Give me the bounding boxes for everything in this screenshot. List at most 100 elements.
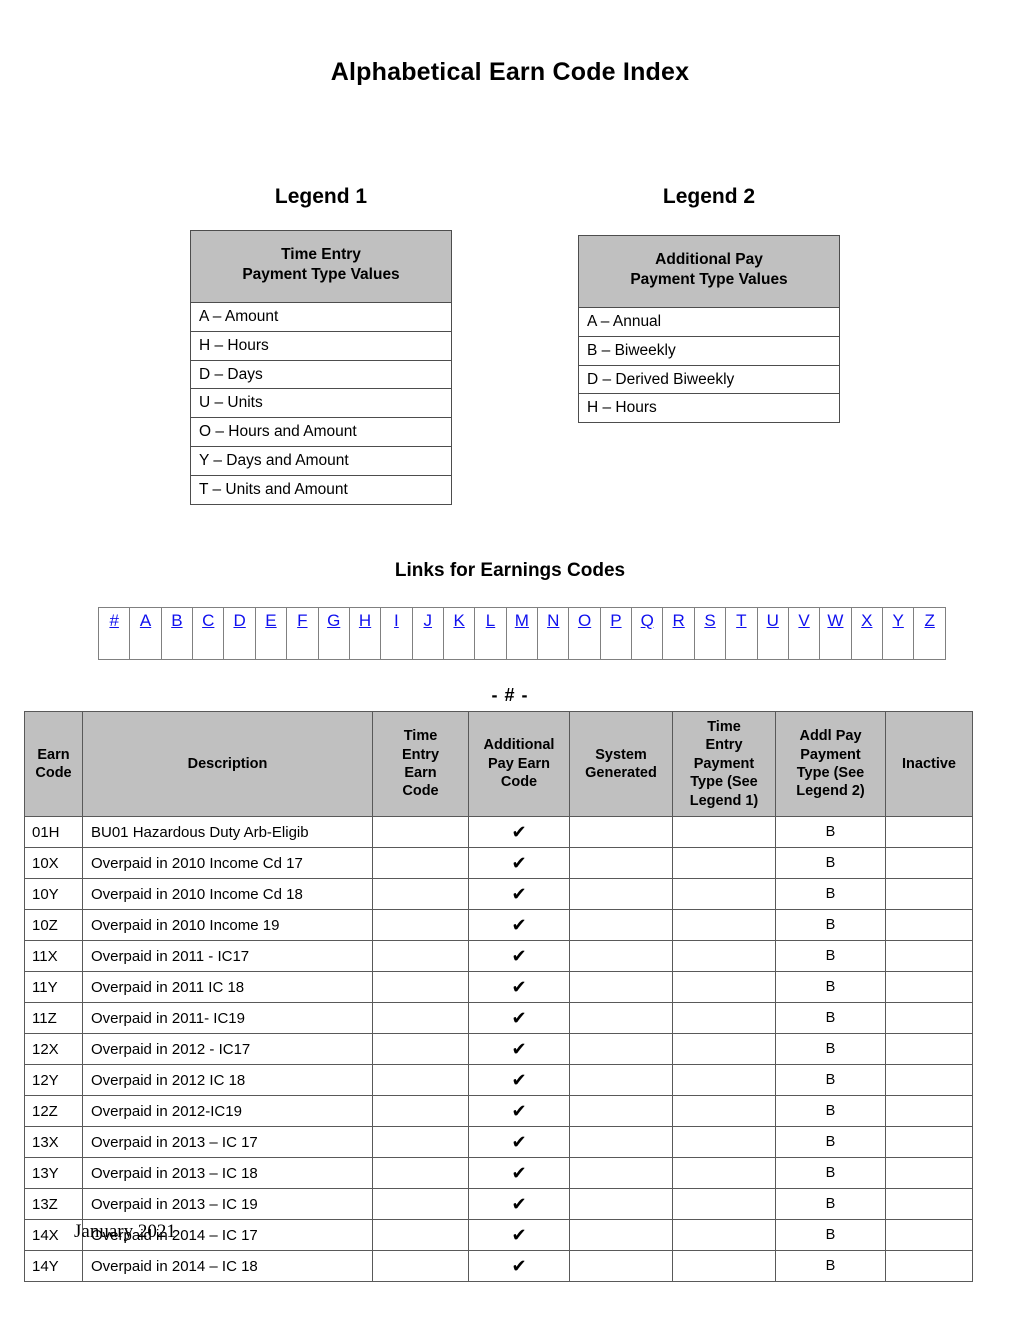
legend-2-row: B – Biweekly — [578, 335, 840, 366]
link-cell[interactable]: C — [192, 607, 225, 660]
link-cell[interactable]: M — [505, 607, 539, 660]
description-cell: Overpaid in 2012-IC19 — [82, 1095, 373, 1128]
system-generated-cell — [569, 878, 673, 911]
footer-date: January 2021 — [74, 1221, 176, 1242]
system-generated-cell — [569, 1002, 673, 1035]
legend-1-row: H – Hours — [190, 330, 452, 361]
link-cell[interactable]: # — [97, 607, 131, 660]
link-letter-t[interactable]: T — [736, 611, 746, 630]
link-cell[interactable]: F — [286, 607, 319, 660]
link-cell[interactable]: Q — [631, 607, 664, 660]
column-header-addl-pay-payment-type-see-legend-2: Addl Pay Payment Type (See Legend 2) — [775, 710, 886, 818]
earn-code-cell: 12Z — [24, 1095, 83, 1128]
column-header-line: Addl Pay — [799, 728, 862, 745]
inactive-cell — [885, 1002, 973, 1035]
link-letter-j[interactable]: J — [424, 611, 433, 630]
inactive-cell — [885, 971, 973, 1004]
link-letter-o[interactable]: O — [578, 611, 591, 630]
description-cell: Overpaid in 2012 - IC17 — [82, 1033, 373, 1066]
earn-code-cell: 13X — [24, 1126, 83, 1159]
link-letter-x[interactable]: X — [861, 611, 872, 630]
link-cell[interactable]: H — [348, 607, 382, 660]
link-cell[interactable]: L — [474, 607, 507, 660]
link-cell[interactable]: S — [693, 607, 727, 660]
addl-pay-payment-type-cell: B — [775, 816, 886, 849]
link-cell[interactable]: G — [317, 607, 350, 660]
system-generated-cell — [569, 1250, 673, 1283]
time-entry-earn-code-cell — [372, 1219, 469, 1252]
link-cell[interactable]: D — [223, 607, 256, 660]
inactive-cell — [885, 1095, 973, 1128]
link-letter-s[interactable]: S — [704, 611, 715, 630]
link-cell[interactable]: U — [756, 607, 789, 660]
link-letter-u[interactable]: U — [767, 611, 779, 630]
link-letter-p[interactable]: P — [610, 611, 621, 630]
link-cell[interactable]: J — [411, 607, 444, 660]
system-generated-cell — [569, 1219, 673, 1252]
link-letter-n[interactable]: N — [547, 611, 559, 630]
inactive-cell — [885, 940, 973, 973]
link-letter-z[interactable]: Z — [924, 611, 934, 630]
link-cell[interactable]: W — [819, 607, 852, 660]
legend-2-value: D – Derived Biweekly — [578, 364, 840, 395]
inactive-cell — [885, 878, 973, 911]
link-cell[interactable]: I — [380, 607, 413, 660]
link-letter-a[interactable]: A — [140, 611, 151, 630]
link-letter-h[interactable]: H — [359, 611, 371, 630]
legend-1-header-row: Time Entry Payment Type Values — [190, 230, 452, 303]
link-letter-e[interactable]: E — [265, 611, 276, 630]
link-letter-g[interactable]: G — [327, 611, 340, 630]
link-cell[interactable]: A — [129, 607, 162, 660]
link-cell[interactable]: P — [599, 607, 633, 660]
link-letter-d[interactable]: D — [233, 611, 245, 630]
link-cell[interactable]: E — [254, 607, 288, 660]
description-cell: Overpaid in 2014 – IC 18 — [82, 1250, 373, 1283]
legend-1-header-line2: Payment Type Values — [242, 266, 400, 284]
link-letter-i[interactable]: I — [394, 611, 399, 630]
time-entry-payment-type-cell — [672, 1095, 776, 1128]
time-entry-payment-type-cell — [672, 847, 776, 880]
link-letter-hash[interactable]: # — [109, 611, 118, 630]
link-letter-w[interactable]: W — [827, 611, 843, 630]
link-cell[interactable]: X — [850, 607, 883, 660]
description-cell: Overpaid in 2011- IC19 — [82, 1002, 373, 1035]
link-cell[interactable]: R — [662, 607, 695, 660]
legend-1-value: A – Amount — [190, 301, 452, 332]
system-generated-cell — [569, 940, 673, 973]
link-cell[interactable]: Z — [913, 607, 946, 660]
earn-code-cell: 11X — [24, 940, 83, 973]
link-cell[interactable]: V — [787, 607, 821, 660]
link-letter-k[interactable]: K — [453, 611, 464, 630]
link-letter-c[interactable]: C — [202, 611, 214, 630]
column-header-system-generated: System Generated — [569, 710, 673, 818]
addl-pay-payment-type-cell: B — [775, 1033, 886, 1066]
link-cell[interactable]: B — [160, 607, 194, 660]
link-letter-l[interactable]: L — [486, 611, 495, 630]
description-cell: Overpaid in 2013 – IC 18 — [82, 1157, 373, 1190]
table-row: 12Y Overpaid in 2012 IC 18 ✔ B — [24, 1064, 973, 1097]
link-cell[interactable]: O — [568, 607, 601, 660]
addl-pay-payment-type-cell: B — [775, 1250, 886, 1283]
earn-code-cell: 12X — [24, 1033, 83, 1066]
legend-2-heading: Legend 2 — [662, 185, 756, 208]
time-entry-earn-code-cell — [372, 847, 469, 880]
link-letter-r[interactable]: R — [673, 611, 685, 630]
link-cell[interactable]: N — [537, 607, 570, 660]
description-cell: Overpaid in 2010 Income Cd 17 — [82, 847, 373, 880]
link-cell[interactable]: K — [442, 607, 476, 660]
system-generated-cell — [569, 971, 673, 1004]
additional-pay-earn-code-cell: ✔ — [468, 816, 570, 849]
link-letter-v[interactable]: V — [798, 611, 809, 630]
link-letter-y[interactable]: Y — [892, 611, 903, 630]
link-letter-q[interactable]: Q — [641, 611, 654, 630]
link-letter-b[interactable]: B — [171, 611, 182, 630]
link-letter-m[interactable]: M — [515, 611, 529, 630]
link-cell[interactable]: T — [725, 607, 758, 660]
addl-pay-payment-type-cell: B — [775, 909, 886, 942]
links-heading: Links for Earnings Codes — [394, 560, 626, 581]
link-cell[interactable]: Y — [881, 607, 915, 660]
legend-2-header-cell: Additional Pay Payment Type Values — [578, 235, 840, 308]
column-header-line: Earn — [404, 765, 437, 782]
time-entry-payment-type-cell — [672, 878, 776, 911]
link-letter-f[interactable]: F — [297, 611, 307, 630]
